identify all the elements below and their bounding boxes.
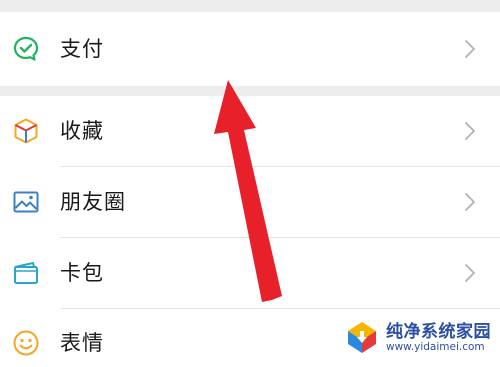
menu-item-cards[interactable]: 卡包 [0, 238, 500, 308]
wechat-pay-icon [13, 36, 39, 61]
chevron-right-icon [465, 122, 475, 140]
menu-item-label: 支付 [60, 37, 104, 61]
cube-icon [14, 118, 38, 144]
menu-item-label: 卡包 [60, 261, 104, 285]
chevron-right-icon [465, 193, 475, 211]
menu-item-favorites[interactable]: 收藏 [0, 96, 500, 166]
chevron-right-icon [465, 40, 475, 58]
wallet-icon [14, 262, 38, 284]
site-watermark: 纯净系统家园 www.yidaimei.com [344, 313, 494, 363]
smile-icon [13, 330, 39, 356]
pay-group: 支付 [0, 12, 500, 86]
menu-item-label: 表情 [60, 331, 104, 355]
menu-item-label: 收藏 [60, 119, 104, 143]
picture-icon [13, 191, 39, 213]
menu-item-pay[interactable]: 支付 [0, 14, 500, 84]
watermark-url: www.yidaimei.com [386, 341, 485, 353]
menu-item-label: 朋友圈 [60, 190, 126, 214]
watermark-logo-icon [348, 322, 376, 353]
watermark-title: 纯净系统家园 [386, 322, 491, 342]
chevron-right-icon [465, 264, 475, 282]
wechat-me-menu-screen: 支付 收藏 朋友圈 卡包 表情 纯净系统家园 www.yidaimei.com [0, 0, 500, 367]
menu-item-moments[interactable]: 朋友圈 [0, 167, 500, 237]
top-gap [0, 0, 500, 12]
